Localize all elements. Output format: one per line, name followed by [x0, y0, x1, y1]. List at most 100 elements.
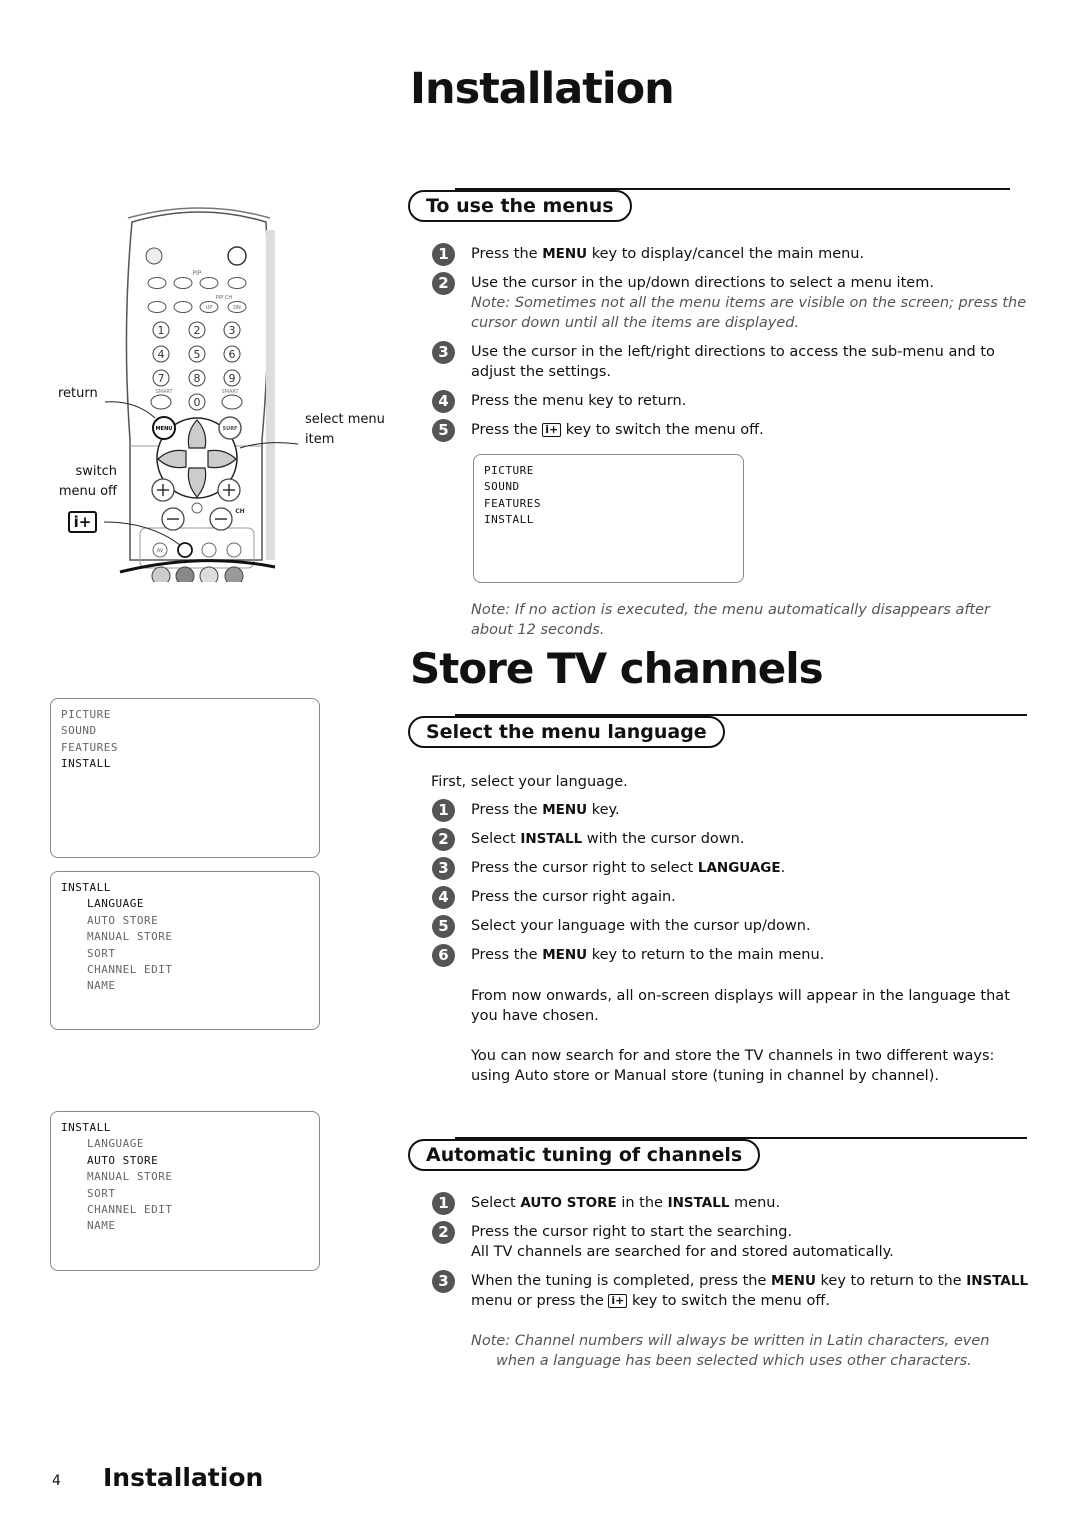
menu-key-label: MENU: [156, 426, 173, 432]
text-segment: Press the: [471, 947, 543, 963]
digit-key: 7: [158, 372, 165, 385]
text-segment: key.: [587, 802, 620, 818]
page-title: Installation: [410, 64, 675, 114]
text-segment: Press the: [471, 422, 543, 438]
text-segment: menu.: [729, 1195, 781, 1211]
menu-item: SOUND: [484, 480, 520, 494]
screen-main-menu: PICTURE SOUND FEATURES INSTALL: [50, 698, 320, 858]
step-item: 3 When the tuning is completed, press the…: [432, 1270, 1032, 1311]
menu-item: LANGUAGE: [87, 1137, 144, 1151]
menu-item: INSTALL: [484, 513, 534, 527]
step-item: 4 Press the menu key to return.: [432, 390, 1032, 413]
step-number-icon: 3: [432, 341, 455, 364]
text-segment: Press the: [471, 802, 543, 818]
key-name: INSTALL: [966, 1273, 1029, 1289]
step-number-icon: 2: [432, 272, 455, 295]
menu-item: PICTURE: [484, 464, 534, 477]
i-plus-key-icon: i+: [542, 423, 562, 437]
step-text: Press the MENU key.: [471, 800, 1032, 820]
digit-key: 9: [229, 372, 236, 385]
text-segment: key to return to the: [815, 1273, 967, 1289]
menu-item: FEATURES: [61, 740, 118, 754]
step-text: Press the cursor right to select LANGUAG…: [471, 858, 1032, 878]
text-segment: in the: [616, 1195, 668, 1211]
step-item: 5 Press the i+ key to switch the menu off…: [432, 419, 1032, 442]
step-item: 2 Press the cursor right to start the sea…: [432, 1221, 1032, 1262]
i-plus-key-icon: i+: [68, 511, 97, 533]
step-number-icon: 6: [432, 944, 455, 967]
menu-item: PICTURE: [61, 708, 111, 721]
text-segment: key to switch the menu off.: [627, 1293, 830, 1309]
step-text: Press the i+ key to switch the menu off.: [471, 420, 1032, 440]
digit-key: 6: [229, 348, 236, 361]
text-segment: When the tuning is completed, press the: [471, 1273, 771, 1289]
text-segment: Use the cursor in the up/down directions…: [471, 275, 934, 291]
key-name: MENU: [542, 246, 588, 262]
smart-label: SMART: [221, 389, 239, 395]
step-note: Note: Sometimes not all the menu items a…: [471, 295, 1027, 331]
step-text: Use the cursor in the up/down directions…: [471, 273, 1032, 293]
step-number-icon: 1: [432, 243, 455, 266]
return-label: return: [58, 386, 98, 401]
step-item: 3 Use the cursor in the left/right direct…: [432, 341, 1032, 382]
key-name: AUTO STORE: [520, 1195, 617, 1211]
menu-item: NAME: [87, 1219, 116, 1233]
menu-item: AUTO STORE: [87, 913, 159, 927]
menu-item: CHANNEL EDIT: [87, 1203, 173, 1217]
step-number-icon: 4: [432, 390, 455, 413]
dn-key-label: DN: [233, 305, 241, 311]
step-text: Select your language with the cursor up/…: [471, 916, 1032, 936]
key-name: INSTALL: [667, 1195, 730, 1211]
step-number-icon: 2: [432, 828, 455, 851]
step-item: 6 Press the MENU key to return to the mai…: [432, 944, 1032, 967]
step-number-icon: 5: [432, 419, 455, 442]
text-segment: Select: [471, 831, 521, 847]
menu-item: INSTALL: [61, 1121, 111, 1134]
section-heading-text: Select the menu language: [408, 716, 725, 748]
pip-ch-label: PIP CH: [216, 295, 233, 301]
digit-key: 0: [194, 396, 201, 409]
text-segment: Press the: [471, 246, 543, 262]
menus-steps: 1 Press the MENU key to display/cancel th…: [432, 243, 1032, 449]
step-text: Press the MENU key to return to the main…: [471, 945, 1032, 965]
step-item: 2 Select INSTALL with the cursor down.: [432, 828, 1032, 851]
section-heading-text: To use the menus: [408, 190, 632, 222]
key-name: MENU: [770, 1273, 816, 1289]
auto-steps: 1 Select AUTO STORE in the INSTALL menu. 2…: [432, 1192, 1032, 1320]
av-key-label: AV: [157, 548, 164, 554]
menu-item: SORT: [87, 1186, 116, 1200]
step-number-icon: 1: [432, 1192, 455, 1215]
menu-item: LANGUAGE: [87, 897, 144, 911]
language-intro: First, select your language.: [431, 774, 628, 790]
menu-item: FEATURES: [484, 496, 541, 510]
digit-key: 5: [194, 348, 201, 361]
text-segment: Press the menu key to return.: [471, 393, 687, 409]
digit-key: 4: [158, 348, 165, 361]
step-number-icon: 1: [432, 799, 455, 822]
menu-item: CHANNEL EDIT: [87, 963, 173, 977]
step-subtext: All TV channels are searched for and sto…: [471, 1244, 894, 1260]
menu-item: SOUND: [61, 724, 97, 738]
footer-title: Installation: [103, 1463, 264, 1492]
text-segment: Select: [471, 1195, 521, 1211]
step-text: Press the cursor right again.: [471, 887, 1032, 907]
store-title: Store TV channels: [410, 644, 824, 693]
step-text: Select INSTALL with the cursor down.: [471, 829, 1032, 849]
screen-install-autostore: INSTALL LANGUAGE AUTO STORE MANUAL STORE SOR…: [50, 1111, 320, 1271]
step-text: Use the cursor in the left/right directi…: [471, 342, 1032, 382]
language-steps: 1 Press the MENU key. 2 Select INSTALL with…: [432, 799, 1032, 974]
text-segment: key to switch the menu off.: [561, 422, 764, 438]
text-segment: Press the cursor right to start the sear…: [471, 1224, 793, 1240]
step-number-icon: 3: [432, 857, 455, 880]
key-name: LANGUAGE: [697, 860, 781, 876]
key-name: MENU: [542, 802, 588, 818]
select-menu-item-label: item: [305, 432, 335, 447]
text-segment: Press the cursor right to select: [471, 860, 698, 876]
step-text: Press the cursor right to start the sear…: [471, 1222, 1032, 1242]
step-text: Press the menu key to return.: [471, 391, 1032, 411]
menu-item: MANUAL STORE: [87, 930, 173, 944]
text-segment: key to display/cancel the main menu.: [587, 246, 865, 262]
menu-item: MANUAL STORE: [87, 1170, 173, 1184]
step-item: 1 Press the MENU key.: [432, 799, 1032, 822]
text-segment: with the cursor down.: [582, 831, 745, 847]
